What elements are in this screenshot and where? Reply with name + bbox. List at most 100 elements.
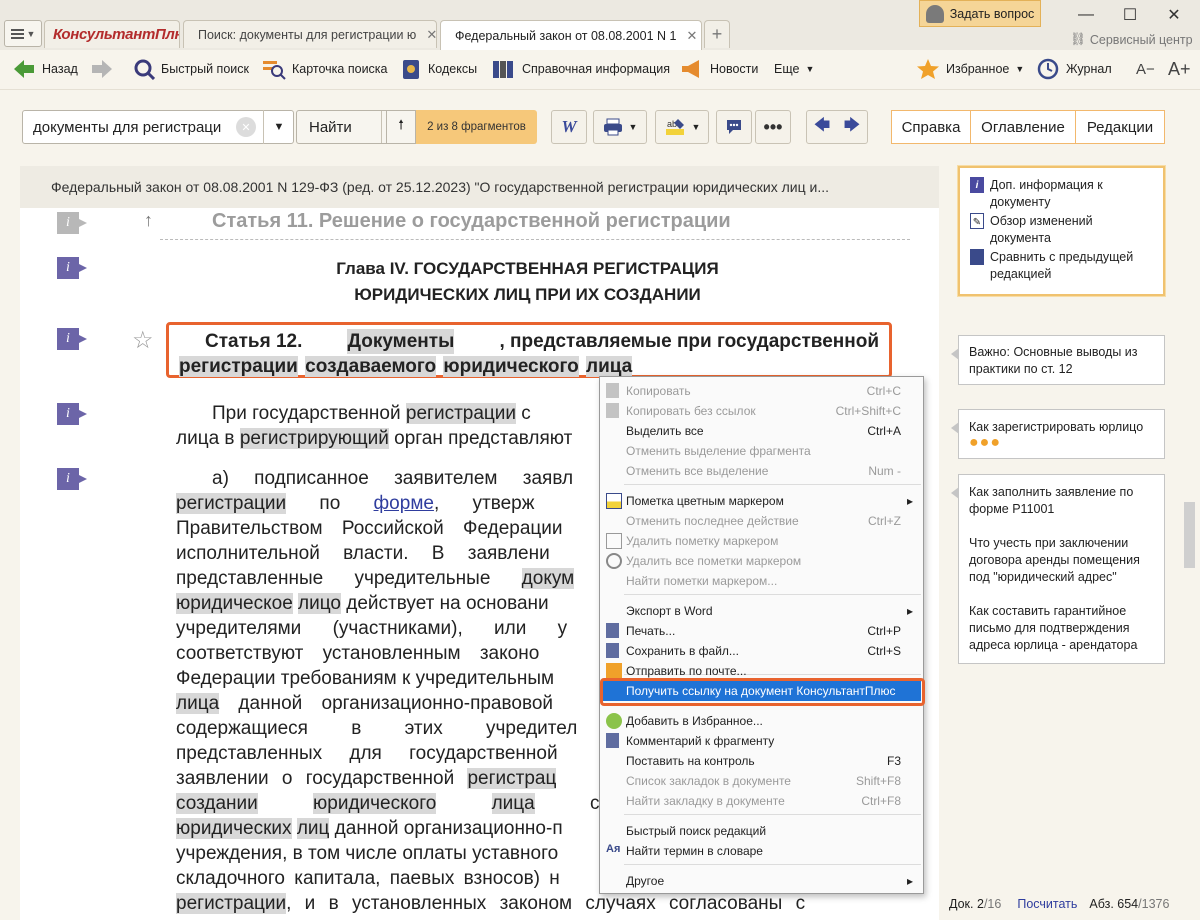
books-icon (493, 61, 513, 78)
font-increase-button[interactable]: A+ (1168, 50, 1191, 88)
reference-info-button[interactable]: Справочная информация (492, 50, 670, 88)
color-marker-button[interactable]: ab ▼ (655, 110, 709, 144)
context-menu-item[interactable]: Добавить в Избранное... (602, 711, 921, 731)
more-dots-button[interactable]: ••• (755, 110, 791, 144)
dictionary-icon: Aя (606, 843, 621, 855)
up-arrow-icon[interactable]: ↑ (144, 210, 153, 231)
main-menu-button[interactable]: ▼ (4, 20, 42, 47)
quick-search-label: Быстрый поиск (161, 62, 249, 76)
context-menu-item[interactable]: Печать... Ctrl+P (602, 621, 921, 641)
scrollbar-thumb[interactable] (1184, 502, 1195, 568)
chevron-down-icon: ▼ (628, 122, 638, 132)
forward-button[interactable] (90, 50, 114, 88)
copy-icon (606, 383, 619, 398)
note-link[interactable]: Что учесть при заключении договора аренд… (969, 535, 1154, 586)
tab-home[interactable]: КонсультантПлюс (44, 20, 180, 48)
next-arrow-icon[interactable]: 🡆 (837, 114, 867, 141)
menu-item-shortcut: Shift+F8 (855, 774, 901, 788)
chevron-down-icon: ▼ (691, 122, 701, 132)
search-history-dropdown[interactable]: ▼ (263, 110, 294, 144)
codexes-button[interactable]: Кодексы (400, 50, 477, 88)
context-menu-item[interactable]: Другое ▸ (602, 871, 921, 891)
search-card-button[interactable]: Карточка поиска (262, 50, 388, 88)
context-menu-item[interactable]: Экспорт в Word ▸ (602, 601, 921, 621)
context-menu-item: Отменить выделение фрагмента (602, 441, 921, 461)
document-header: Федеральный закон от 08.08.2001 N 129-ФЗ… (20, 166, 939, 208)
font-decrease-button[interactable]: A− (1136, 50, 1155, 88)
tab-reference[interactable]: Справка (891, 110, 971, 144)
menu-item-shortcut: Ctrl+S (867, 644, 901, 658)
context-menu-item[interactable]: Комментарий к фрагменту (602, 731, 921, 751)
info-label: Сравнить с предыдущей редакцией (990, 250, 1134, 281)
copy-plain-icon (606, 403, 619, 418)
clear-icon[interactable]: ✕ (236, 117, 256, 137)
ask-question-button[interactable]: Задать вопрос (919, 0, 1041, 27)
menu-item-label: Пометка цветным маркером (626, 494, 784, 508)
info-marker-icon[interactable]: i (57, 257, 87, 279)
save-icon (606, 643, 619, 658)
form-link[interactable]: форме (374, 493, 434, 514)
context-menu-item[interactable]: Aя Найти термин в словаре (602, 841, 921, 861)
menu-item-label: Список закладок в документе (626, 774, 791, 788)
changes-overview-link[interactable]: ✎ Обзор изменений документа (970, 212, 1153, 248)
find-button[interactable]: Найти (297, 119, 381, 136)
service-center-link[interactable]: ⛓ Сервисный центр (1070, 32, 1193, 47)
context-menu-item[interactable]: Быстрый поиск редакций (602, 821, 921, 841)
arrow-up-icon[interactable]: 🠕 (386, 110, 416, 144)
article-word: лица (586, 356, 633, 377)
submenu-arrow-icon: ▸ (906, 874, 913, 888)
print-button[interactable]: ▼ (593, 110, 647, 144)
tab-document[interactable]: Федеральный закон от 08.08.2001 N 1 ✕ (440, 20, 702, 50)
note-box[interactable]: Как зарегистрировать юрлицо ●●● (951, 409, 1165, 459)
export-word-button[interactable]: W (551, 110, 587, 144)
quick-search-button[interactable]: Быстрый поиск (133, 50, 249, 88)
more-menu-button[interactable]: Еще ▼ (774, 50, 814, 88)
context-menu-item[interactable]: Сохранить в файл... Ctrl+S (602, 641, 921, 661)
ellipsis-icon: ••• (763, 116, 783, 137)
comment-icon (606, 733, 619, 748)
menu-item-label: Найти термин в словаре (626, 844, 763, 858)
close-icon[interactable]: ✕ (686, 28, 697, 44)
journal-button[interactable]: Журнал (1036, 50, 1112, 88)
menu-item-shortcut: Ctrl+Shift+C (835, 404, 901, 418)
status-bar: Док. 2/16 Посчитать Абз. 654/1376 (945, 890, 1200, 918)
info-marker-icon[interactable]: i (57, 328, 87, 350)
comment-button[interactable] (716, 110, 752, 144)
news-button[interactable]: Новости (680, 50, 758, 88)
note-box[interactable]: Важно: Основные выводы из практики по ст… (951, 335, 1165, 385)
info-marker-icon[interactable]: i (57, 468, 87, 490)
close-icon[interactable]: ✕ (426, 27, 436, 43)
close-window-button[interactable]: ✕ (1154, 4, 1194, 26)
context-menu-item[interactable]: Поставить на контроль F3 (602, 751, 921, 771)
info-marker-icon[interactable]: i (57, 403, 87, 425)
context-menu-item: Копировать без ссылок Ctrl+Shift+C (602, 401, 921, 421)
prev-arrow-icon[interactable]: 🡄 (807, 114, 837, 141)
note-link[interactable]: Как заполнить заявление по форме Р11001 (969, 484, 1154, 518)
new-tab-button[interactable]: + (704, 20, 730, 48)
context-menu-item[interactable]: Пометка цветным маркером ▸ (602, 491, 921, 511)
note-link[interactable]: Как составить гарантийное письмо для под… (969, 603, 1154, 654)
more-dots-icon[interactable]: ●●● (969, 435, 1154, 451)
news-label: Новости (710, 62, 759, 76)
comment-icon (727, 120, 741, 134)
star-outline-icon[interactable]: ☆ (132, 326, 154, 355)
doc-counter: Док. 2 (949, 897, 984, 911)
context-menu-item[interactable]: Выделить все Ctrl+A (602, 421, 921, 441)
tab-editions[interactable]: Редакции (1075, 110, 1165, 144)
tab-search[interactable]: Поиск: документы для регистрации ю ✕ (183, 20, 437, 48)
menu-item-label: Быстрый поиск редакций (626, 824, 767, 838)
ask-label: Задать вопрос (949, 6, 1035, 21)
maximize-button[interactable]: ☐ (1110, 4, 1150, 26)
note-text: Важно: Основные выводы из практики по ст… (969, 345, 1138, 376)
favorites-button[interactable]: Избранное ▼ (916, 50, 1024, 88)
minimize-button[interactable]: — (1066, 4, 1106, 26)
compare-edition-link[interactable]: Сравнить с предыдущей редакцией (970, 248, 1153, 284)
info-marker-icon[interactable]: i (57, 212, 87, 234)
person-icon (925, 4, 944, 23)
back-button[interactable]: Назад (12, 50, 78, 88)
count-link[interactable]: Посчитать (1017, 897, 1077, 911)
tab-contents[interactable]: Оглавление (970, 110, 1076, 144)
doc-info-link[interactable]: i Доп. информация к документу (970, 176, 1153, 212)
tab-label: Поиск: документы для регистрации ю (198, 27, 417, 42)
menu-item-label: Поставить на контроль (626, 754, 755, 768)
